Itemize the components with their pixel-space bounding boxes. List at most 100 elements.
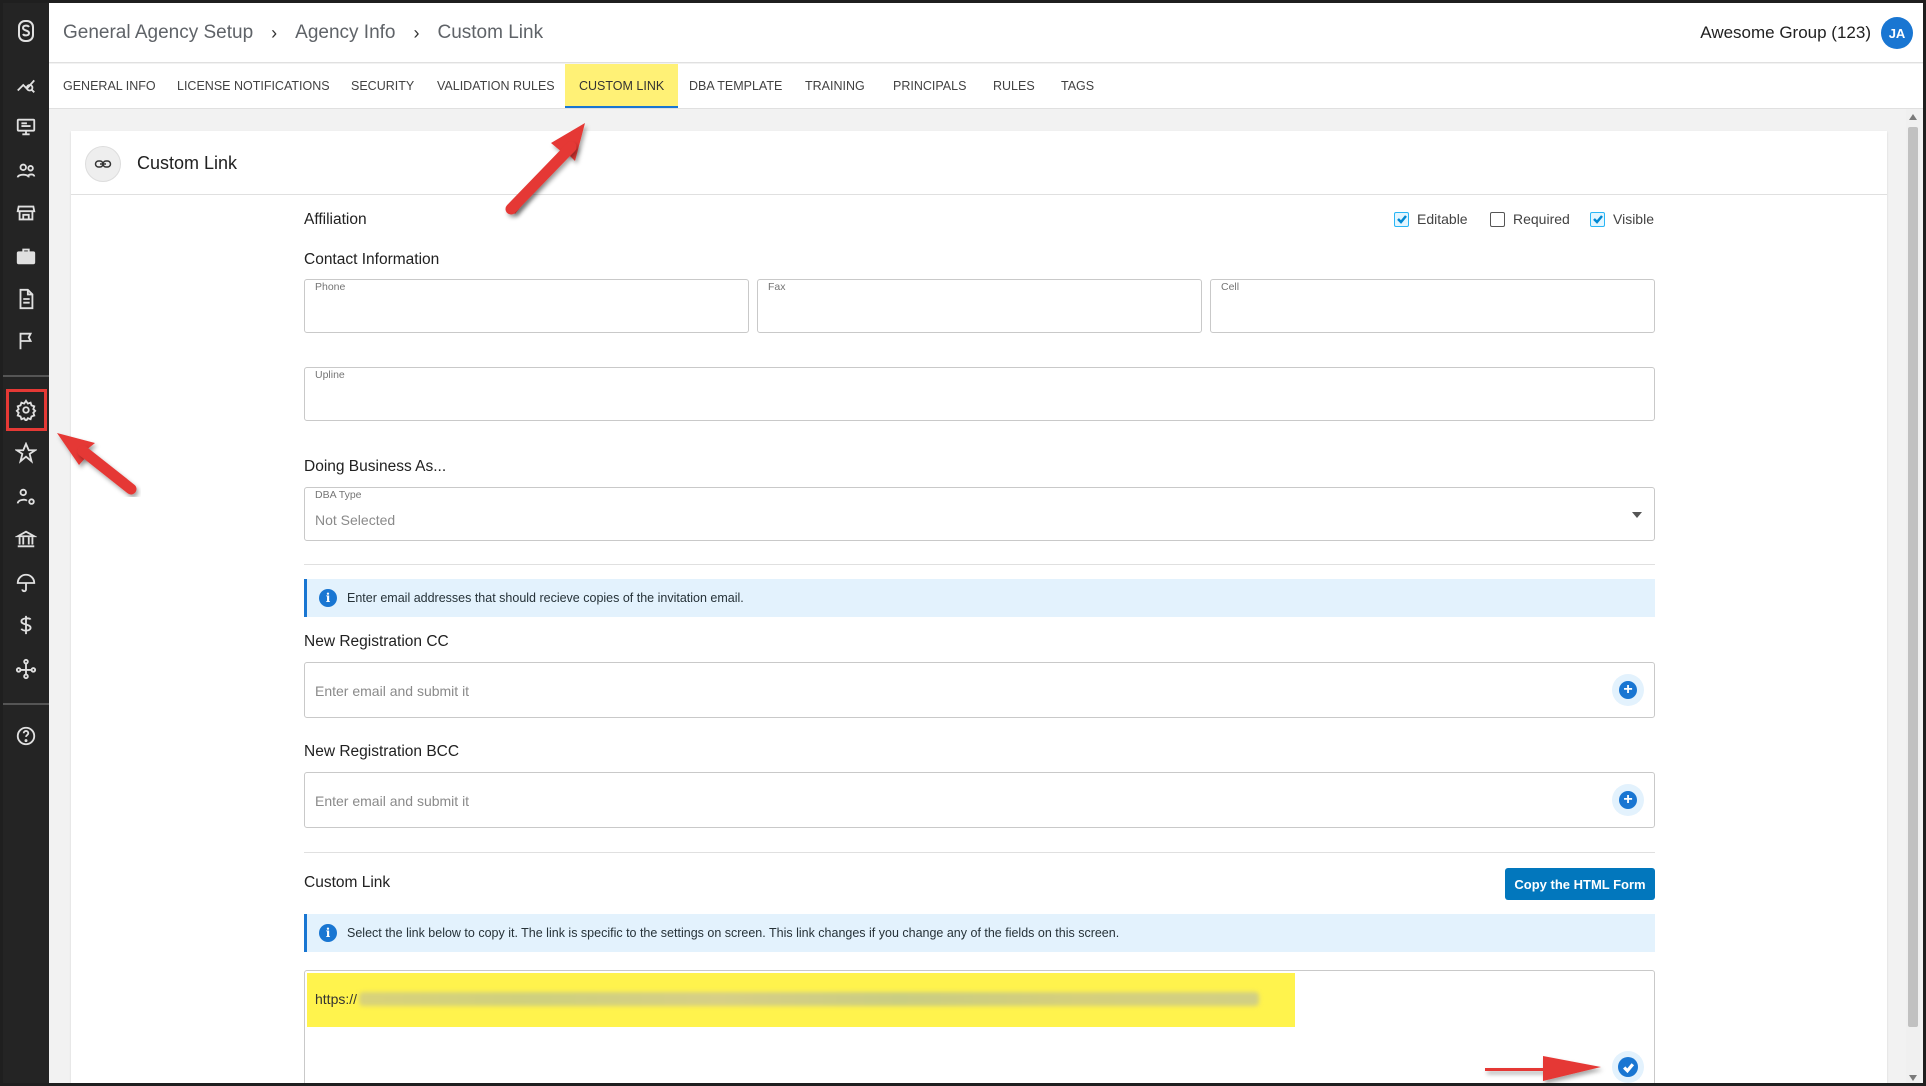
registration-bcc-input[interactable]: Enter email and submit it +	[304, 772, 1655, 828]
main-content: Custom Link Affiliation Editable Require…	[49, 109, 1909, 1083]
left-rail	[3, 3, 49, 1083]
tab-validation-rules[interactable]: VALIDATION RULES	[423, 64, 569, 108]
account-menu[interactable]: Awesome Group (123) JA	[1700, 17, 1913, 49]
checkbox-label: Visible	[1613, 211, 1654, 227]
invite-info-text: Enter email addresses that should reciev…	[347, 591, 744, 605]
visible-checkbox[interactable]: Visible	[1590, 211, 1654, 227]
custom-link-info-text: Select the link below to copy it. The li…	[347, 926, 1120, 940]
card-header: Custom Link	[71, 131, 1887, 195]
cell-label: Cell	[1221, 281, 1240, 293]
help-icon[interactable]	[3, 716, 49, 756]
custom-link-card: Custom Link Affiliation Editable Require…	[71, 131, 1887, 1083]
app-window: General Agency Setup › Agency Info › Cus…	[0, 0, 1926, 1086]
rail-divider	[3, 375, 49, 377]
chevron-right-icon: ›	[413, 22, 420, 43]
tab-dba-template[interactable]: DBA TEMPLATE	[675, 64, 796, 108]
tab-rules[interactable]: RULES	[979, 64, 1049, 108]
umbrella-icon[interactable]	[3, 563, 49, 603]
analytics-icon[interactable]	[3, 65, 49, 105]
cell-field[interactable]: Cell	[1210, 279, 1655, 333]
registration-cc-title: New Registration CC	[304, 633, 449, 650]
scrollbar-thumb[interactable]	[1908, 127, 1918, 1027]
tab-training[interactable]: TRAINING	[791, 64, 879, 108]
tab-general-info[interactable]: GENERAL INFO	[49, 64, 170, 108]
bcc-placeholder: Enter email and submit it	[315, 793, 470, 809]
user-settings-icon[interactable]	[3, 477, 49, 517]
tab-license-notifications[interactable]: LICENSE NOTIFICATIONS	[163, 64, 344, 108]
dropdown-caret-icon[interactable]	[1632, 512, 1642, 518]
dollar-icon[interactable]	[3, 605, 49, 645]
tab-bar: GENERAL INFO LICENSE NOTIFICATIONS SECUR…	[49, 64, 1923, 109]
url-prefix: https://	[315, 991, 358, 1007]
tab-custom-link[interactable]: CUSTOM LINK	[565, 64, 679, 108]
tab-tags[interactable]: TAGS	[1047, 64, 1108, 108]
editable-checkbox[interactable]: Editable	[1394, 211, 1468, 227]
checkbox-unchecked-icon[interactable]	[1490, 211, 1505, 227]
check-circle-icon	[1618, 1057, 1638, 1077]
bank-icon[interactable]	[3, 519, 49, 559]
required-checkbox[interactable]: Required	[1490, 211, 1570, 227]
upline-field[interactable]: Upline	[304, 367, 1655, 421]
people-icon[interactable]	[3, 151, 49, 191]
cc-placeholder: Enter email and submit it	[315, 683, 470, 699]
info-icon: i	[319, 589, 337, 607]
confirm-link-button[interactable]	[1612, 1051, 1644, 1083]
checkbox-checked-icon[interactable]	[1590, 211, 1605, 227]
breadcrumb: General Agency Setup › Agency Info › Cus…	[63, 22, 543, 44]
copy-html-form-button[interactable]: Copy the HTML Form	[1505, 868, 1655, 900]
card-title: Custom Link	[137, 153, 238, 173]
plus-circle-icon: +	[1619, 681, 1637, 699]
account-name[interactable]: Awesome Group (123)	[1700, 23, 1871, 43]
custom-link-url[interactable]: https://	[315, 991, 1260, 1007]
section-divider	[304, 852, 1655, 853]
scroll-down-arrow-icon[interactable]	[1909, 1075, 1917, 1081]
briefcase-icon[interactable]	[3, 236, 49, 276]
vertical-scrollbar[interactable]	[1906, 109, 1920, 1083]
tab-security[interactable]: SECURITY	[337, 64, 428, 108]
blurred-url	[359, 992, 1260, 1006]
custom-link-textarea[interactable]: https://	[304, 970, 1655, 1083]
dba-title: Doing Business As...	[304, 458, 447, 475]
checkbox-label: Editable	[1417, 211, 1468, 227]
flag-icon[interactable]	[3, 321, 49, 361]
custom-link-info-banner: i Select the link below to copy it. The …	[304, 914, 1655, 952]
chevron-right-icon: ›	[271, 22, 278, 43]
breadcrumb-current: Custom Link	[437, 22, 544, 43]
tab-principals[interactable]: PRINCIPALS	[879, 64, 980, 108]
add-cc-button[interactable]: +	[1612, 674, 1644, 706]
logo-icon[interactable]	[3, 11, 49, 51]
fax-field[interactable]: Fax	[757, 279, 1202, 333]
top-header: General Agency Setup › Agency Info › Cus…	[49, 3, 1923, 63]
fax-label: Fax	[768, 281, 786, 293]
dba-type-select[interactable]: DBA Type Not Selected	[304, 487, 1655, 541]
registration-cc-input[interactable]: Enter email and submit it +	[304, 662, 1655, 718]
add-bcc-button[interactable]: +	[1612, 784, 1644, 816]
breadcrumb-item[interactable]: Agency Info	[295, 22, 395, 44]
store-icon[interactable]	[3, 193, 49, 233]
contact-information-title: Contact Information	[304, 251, 440, 268]
section-divider	[304, 564, 1655, 565]
invite-info-banner: i Enter email addresses that should reci…	[304, 579, 1655, 617]
upline-label: Upline	[315, 369, 345, 381]
avatar[interactable]: JA	[1881, 17, 1913, 49]
rail-divider	[3, 703, 49, 705]
hierarchy-icon[interactable]	[3, 649, 49, 689]
phone-label: Phone	[315, 281, 346, 293]
scroll-up-arrow-icon[interactable]	[1909, 114, 1917, 120]
plus-circle-icon: +	[1619, 791, 1637, 809]
registration-bcc-title: New Registration BCC	[304, 743, 460, 760]
phone-field[interactable]: Phone	[304, 279, 749, 333]
breadcrumb-item[interactable]: General Agency Setup	[63, 22, 253, 44]
dba-type-value: Not Selected	[315, 512, 396, 528]
link-icon	[85, 146, 121, 182]
info-icon: i	[319, 924, 337, 942]
checkbox-label: Required	[1513, 211, 1570, 227]
settings-highlight-box	[6, 389, 47, 431]
monitor-icon[interactable]	[3, 107, 49, 147]
checkbox-checked-icon[interactable]	[1394, 211, 1409, 227]
dba-type-label: DBA Type	[315, 489, 362, 501]
custom-link-title: Custom Link	[304, 874, 391, 891]
affiliation-title: Affiliation	[304, 211, 367, 228]
star-icon[interactable]	[3, 433, 49, 473]
document-icon[interactable]	[3, 279, 49, 319]
